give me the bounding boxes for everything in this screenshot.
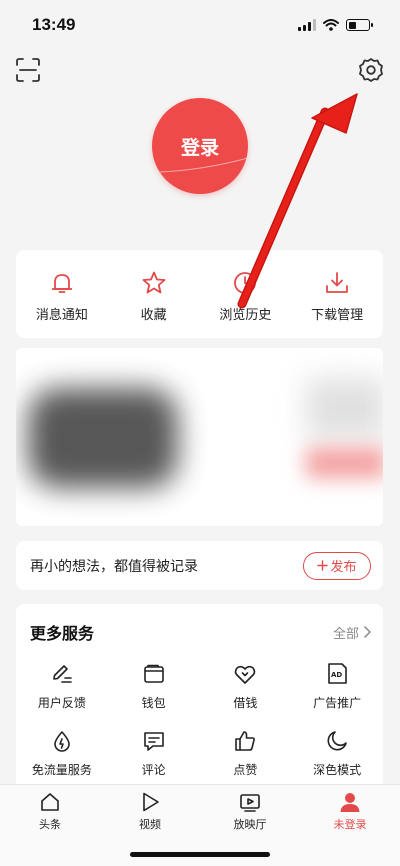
download-icon [326, 272, 349, 293]
quick-action-label: 下载管理 [311, 308, 364, 323]
service-free-data[interactable]: 免流量服务 [16, 729, 108, 778]
tab-video[interactable]: 视频 [100, 785, 200, 833]
status-bar: 13:49 [0, 0, 400, 50]
services-title: 更多服务 [30, 624, 95, 643]
tab-headlines[interactable]: 头条 [0, 785, 100, 833]
play-icon [143, 792, 159, 812]
service-dark-mode[interactable]: 深色模式 [291, 729, 383, 778]
services-all-link[interactable]: 全部 [333, 623, 371, 642]
service-likes[interactable]: 点赞 [200, 729, 292, 778]
login-button[interactable]: 登录 [152, 98, 248, 194]
more-services-card: 更多服务 全部 用户反馈 钱包 借钱 AD 广告推广 免流量服务 评论 点赞 深… [16, 604, 383, 804]
services-grid: 用户反馈 钱包 借钱 AD 广告推广 免流量服务 评论 点赞 深色模式 [16, 644, 383, 778]
service-label: 点赞 [233, 763, 258, 777]
ad-icon: AD [328, 663, 347, 684]
service-loan[interactable]: 借钱 [200, 662, 292, 711]
post-prompt-card[interactable]: 再小的想法，都值得被记录 发布 [16, 541, 383, 590]
quick-action-notifications[interactable]: 消息通知 [16, 250, 108, 338]
user-icon [340, 793, 360, 812]
quick-action-label: 消息通知 [35, 308, 88, 323]
loan-icon [235, 665, 256, 684]
comment-icon [143, 732, 164, 751]
post-prompt-text: 再小的想法，都值得被记录 [30, 558, 198, 575]
moon-icon [327, 731, 347, 751]
publish-button[interactable]: 发布 [303, 551, 371, 580]
wallet-icon [143, 664, 164, 683]
feedback-pen-icon [53, 665, 72, 683]
banner-blur-image [306, 378, 383, 438]
service-label: 钱包 [141, 696, 166, 710]
signal-icon [298, 19, 316, 31]
quick-action-downloads[interactable]: 下载管理 [291, 250, 383, 338]
service-comments[interactable]: 评论 [108, 729, 200, 778]
service-feedback[interactable]: 用户反馈 [16, 662, 108, 711]
service-label: 深色模式 [313, 763, 362, 777]
bell-icon [51, 274, 72, 293]
login-decoration [159, 157, 248, 173]
battery-icon [346, 19, 373, 31]
plus-icon [317, 560, 329, 571]
tab-profile[interactable]: 未登录 [300, 785, 400, 833]
service-label: 免流量服务 [31, 763, 92, 777]
star-icon [142, 271, 166, 294]
tab-label: 放映厅 [233, 818, 267, 831]
chevron-right-icon [364, 626, 371, 638]
quick-actions-card: 消息通知 收藏 浏览历史 下载管理 [16, 250, 383, 338]
service-wallet[interactable]: 钱包 [108, 662, 200, 711]
tab-cinema[interactable]: 放映厅 [200, 785, 300, 833]
service-label: 广告推广 [313, 696, 362, 710]
tab-label: 未登录 [333, 818, 367, 831]
status-time: 13:49 [32, 15, 76, 34]
clock-icon [234, 272, 257, 294]
quick-action-label: 收藏 [140, 308, 167, 323]
service-ads[interactable]: AD 广告推广 [291, 662, 383, 711]
service-label: 用户反馈 [37, 696, 86, 710]
quick-action-label: 浏览历史 [219, 308, 272, 323]
svg-text:AD: AD [331, 671, 342, 679]
tv-icon [240, 794, 260, 812]
banner-blur-image [306, 448, 383, 478]
quick-action-history[interactable]: 浏览历史 [200, 250, 292, 338]
tab-label: 视频 [139, 818, 161, 831]
data-drop-icon [54, 731, 70, 752]
services-all-label: 全部 [332, 626, 359, 642]
home-indicator [130, 852, 270, 857]
thumbs-up-icon [235, 731, 256, 751]
services-header: 更多服务 全部 [16, 604, 383, 644]
publish-button-label: 发布 [330, 560, 357, 575]
wifi-icon [323, 19, 339, 31]
quick-action-favorites[interactable]: 收藏 [108, 250, 200, 338]
tab-label: 头条 [39, 818, 61, 831]
banner-blur-image [28, 388, 178, 488]
gear-icon[interactable] [357, 56, 385, 84]
scan-icon[interactable] [14, 56, 42, 84]
status-icons [298, 19, 373, 31]
service-label: 评论 [141, 763, 166, 777]
promo-banner[interactable] [16, 348, 383, 526]
home-icon [41, 793, 59, 811]
service-label: 借钱 [233, 696, 258, 710]
